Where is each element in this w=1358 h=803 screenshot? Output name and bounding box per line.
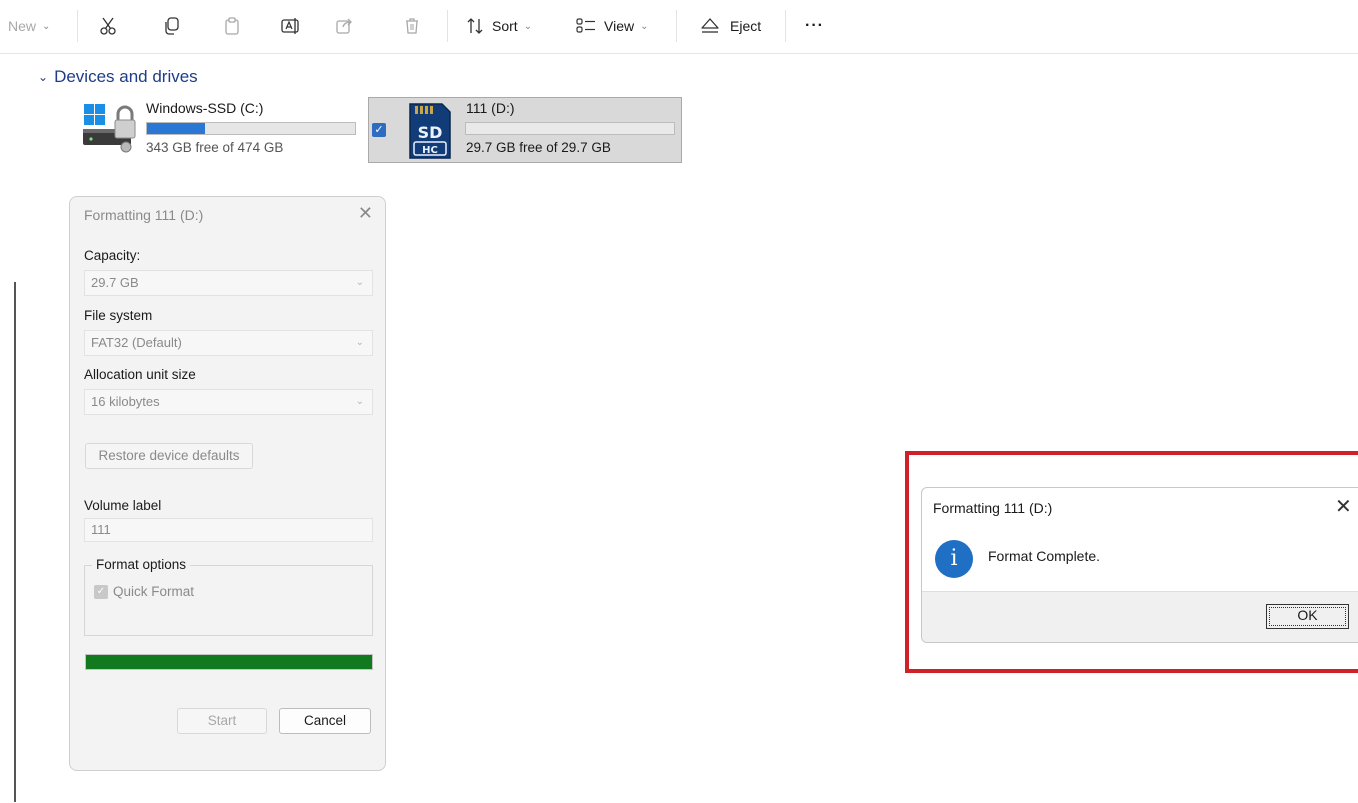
view-icon: [576, 18, 595, 33]
sort-icon: [467, 18, 483, 34]
capacity-dropdown[interactable]: 29.7 GB ⌄: [84, 270, 373, 296]
close-icon[interactable]: ✕: [1335, 494, 1352, 519]
navigation-pane-edge: [14, 282, 16, 802]
quick-format-checkbox[interactable]: ✓: [94, 585, 108, 599]
drive-name: 111 (D:): [466, 100, 515, 116]
drive-tile-c[interactable]: Windows-SSD (C:) 343 GB free of 474 GB: [80, 97, 364, 163]
chevron-down-icon: ⌄: [42, 20, 51, 32]
drive-free-space: 343 GB free of 474 GB: [146, 140, 284, 155]
chevron-down-icon: ⌄: [640, 20, 649, 32]
cut-button[interactable]: [98, 12, 118, 40]
svg-text:HC: HC: [422, 145, 438, 156]
chevron-down-icon: ⌄: [355, 337, 364, 348]
sort-label: Sort: [492, 18, 518, 34]
restore-defaults-button[interactable]: Restore device defaults: [85, 443, 253, 469]
file-system-value: FAT32 (Default): [91, 335, 182, 350]
volume-label-input[interactable]: 111: [84, 518, 373, 542]
close-icon[interactable]: ✕: [358, 203, 373, 224]
devices-heading: Devices and drives: [54, 67, 198, 86]
chevron-down-icon: ⌄: [355, 277, 364, 288]
chevron-down-icon: ⌄: [38, 70, 49, 84]
more-options-button[interactable]: ···: [805, 12, 824, 40]
copy-button[interactable]: [162, 12, 182, 40]
more-icon: ···: [805, 17, 824, 34]
eject-label: Eject: [730, 18, 762, 34]
chevron-down-icon: ⌄: [523, 20, 533, 32]
toolbar-divider: [447, 10, 448, 42]
eject-button[interactable]: Eject: [700, 12, 761, 40]
cancel-button[interactable]: Cancel: [279, 708, 371, 734]
info-icon: i: [935, 540, 973, 578]
rename-icon: [281, 18, 299, 34]
file-system-dropdown[interactable]: FAT32 (Default) ⌄: [84, 330, 373, 356]
allocation-unit-value: 16 kilobytes: [91, 394, 160, 409]
toolbar-divider: [0, 53, 1358, 54]
view-button[interactable]: View ⌄: [576, 12, 648, 40]
delete-button[interactable]: [402, 12, 422, 40]
drive-usage-bar: [146, 122, 356, 135]
dialog-title: Formatting 111 (D:): [933, 500, 1053, 516]
toolbar-divider: [676, 10, 677, 42]
dialog-title: Formatting 111 (D:): [84, 207, 204, 223]
devices-section-header[interactable]: ⌄ Devices and drives: [38, 66, 198, 88]
capacity-value: 29.7 GB: [91, 275, 139, 290]
chevron-down-icon: ⌄: [355, 396, 364, 407]
view-label: View: [604, 18, 635, 34]
new-label: New: [8, 18, 37, 34]
file-system-label: File system: [84, 308, 153, 323]
copy-icon: [165, 17, 179, 35]
format-options-label: Format options: [92, 557, 191, 572]
svg-text:SD: SD: [418, 123, 443, 142]
ok-button[interactable]: OK: [1266, 604, 1349, 629]
format-dialog: Formatting 111 (D:) ✕ Capacity: 29.7 GB …: [69, 196, 386, 771]
format-progress-fill: [86, 655, 372, 669]
share-button[interactable]: [334, 12, 354, 40]
format-progress-bar: [85, 654, 373, 670]
trash-icon: [406, 18, 418, 34]
hard-drive-windows-icon: [83, 104, 136, 153]
format-options-group: [84, 565, 373, 636]
allocation-unit-label: Allocation unit size: [84, 367, 196, 382]
toolbar-divider: [77, 10, 78, 42]
format-complete-dialog: Formatting 111 (D:) ✕ i Format Complete.…: [921, 487, 1358, 643]
drive-free-space: 29.7 GB free of 29.7 GB: [466, 140, 611, 155]
checkbox-checked-icon[interactable]: ✓: [372, 123, 386, 137]
sd-card-icon: SD HC: [409, 103, 451, 159]
drive-name: Windows-SSD (C:): [146, 100, 264, 116]
drive-usage-fill: [147, 123, 206, 134]
new-button[interactable]: New ⌄: [8, 12, 50, 40]
clipboard-icon: [225, 17, 239, 35]
dialog-message: Format Complete.: [988, 548, 1101, 564]
start-button[interactable]: Start: [177, 708, 267, 734]
volume-label-label: Volume label: [84, 498, 162, 513]
drive-d-content: SD HC 111 (D:) 29.7 GB free of 29.7 GB: [404, 97, 682, 163]
allocation-unit-dropdown[interactable]: 16 kilobytes ⌄: [84, 389, 373, 415]
eject-icon: [701, 18, 719, 33]
command-bar: New ⌄ Sort ⌄ View ⌄ Eject ···: [0, 0, 1358, 54]
capacity-label: Capacity:: [84, 248, 141, 263]
rename-button[interactable]: [280, 12, 302, 40]
quick-format-label: Quick Format: [113, 584, 195, 599]
toolbar-divider: [785, 10, 786, 42]
paste-button[interactable]: [222, 12, 242, 40]
share-icon: [336, 18, 352, 34]
drive-usage-bar: [465, 122, 675, 135]
sort-button[interactable]: Sort ⌄: [466, 12, 532, 40]
scissors-icon: [100, 17, 116, 35]
